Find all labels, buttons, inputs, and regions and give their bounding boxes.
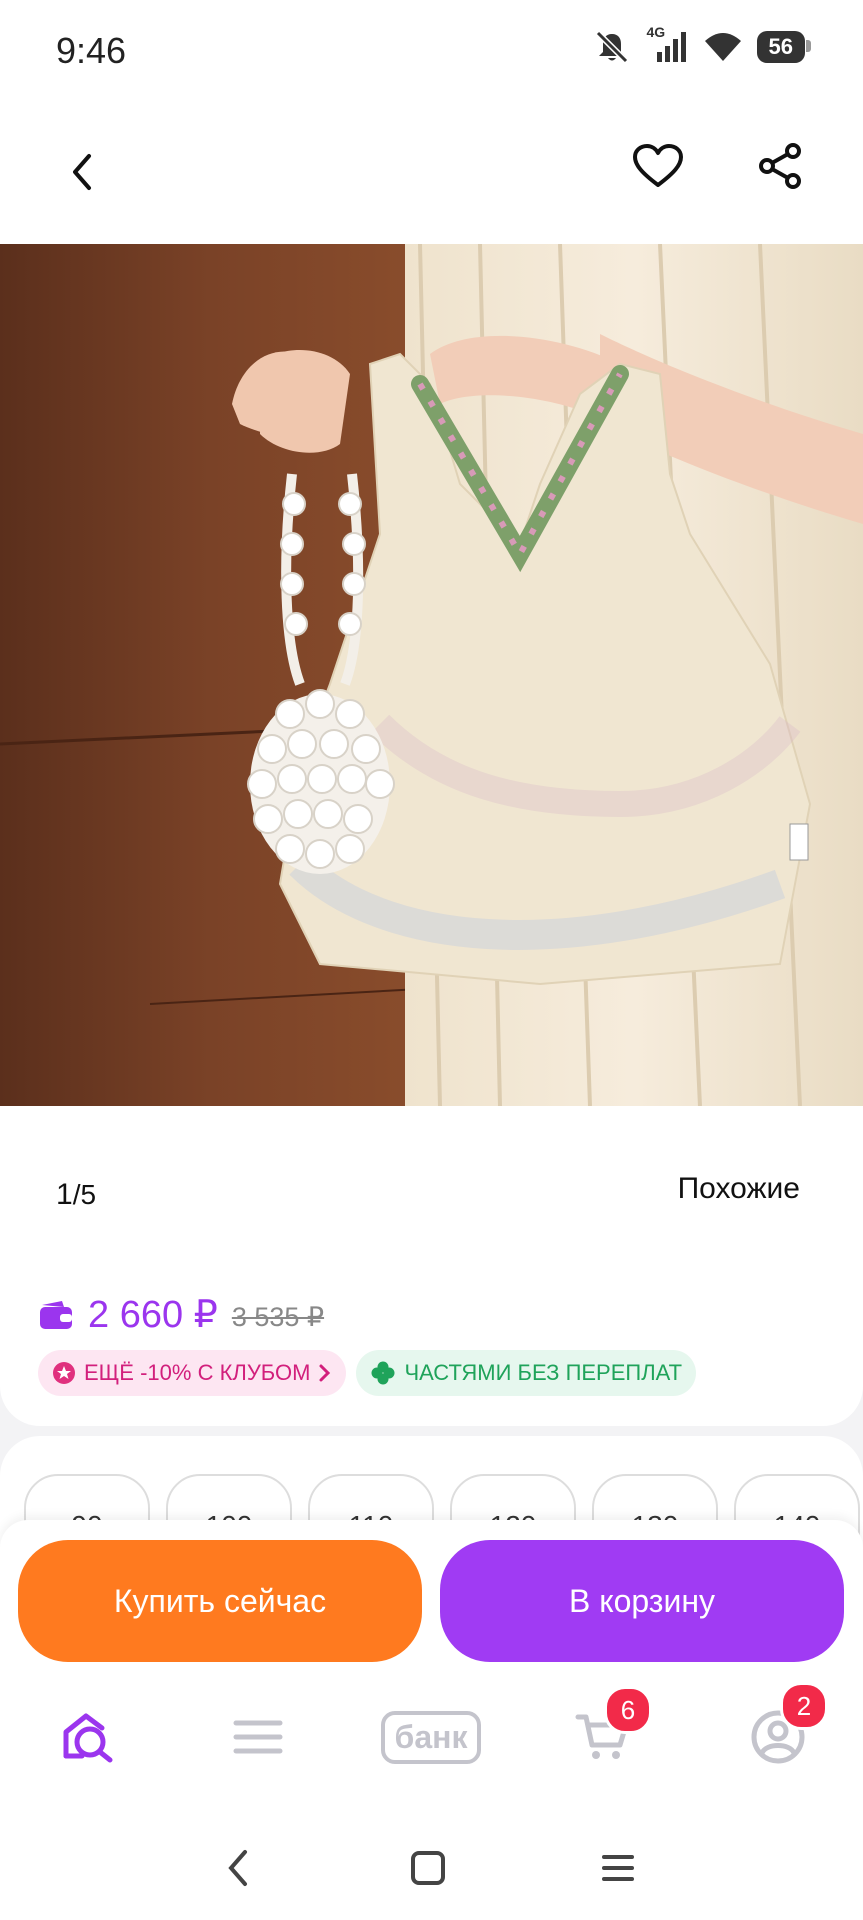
battery-indicator: 56 bbox=[756, 31, 812, 63]
similar-link[interactable]: Похожие bbox=[678, 1172, 800, 1206]
installments-badge[interactable]: ЧАСТЯМИ БЕЗ ПЕРЕПЛАТ bbox=[356, 1350, 697, 1396]
price-row: 2 660 ₽ 3 535 ₽ bbox=[38, 1292, 324, 1337]
bank-label: банк bbox=[394, 1718, 468, 1755]
nav-bank[interactable]: банк bbox=[370, 1702, 492, 1772]
current-price: 2 660 ₽ bbox=[88, 1294, 218, 1336]
old-price: 3 535 ₽ bbox=[231, 1302, 325, 1332]
bottom-navigation: банк 6 2 bbox=[0, 1672, 863, 1804]
wallet-icon bbox=[40, 1300, 72, 1329]
clover-icon bbox=[371, 1361, 395, 1385]
buy-now-button[interactable]: Купить сейчас bbox=[18, 1540, 422, 1662]
home-square-icon bbox=[411, 1851, 445, 1885]
image-counter: 1/5 bbox=[56, 1178, 96, 1212]
nav-catalog[interactable] bbox=[218, 1702, 298, 1772]
status-time: 9:46 bbox=[56, 30, 127, 71]
wifi-icon bbox=[704, 33, 741, 61]
menu-icon bbox=[233, 1720, 283, 1754]
share-button[interactable] bbox=[748, 134, 812, 198]
chevron-right-icon bbox=[319, 1364, 331, 1382]
installments-label: ЧАСТЯМИ БЕЗ ПЕРЕПЛАТ bbox=[404, 1360, 683, 1385]
back-button[interactable] bbox=[50, 140, 114, 204]
star-badge-icon bbox=[53, 1362, 75, 1384]
club-discount-badge[interactable]: ЕЩЁ -10% С КЛУБОМ bbox=[38, 1350, 347, 1396]
nav-cart[interactable]: 6 bbox=[562, 1686, 652, 1772]
recents-icon bbox=[602, 1855, 634, 1881]
profile-count-badge: 2 bbox=[780, 1682, 828, 1730]
heart-icon bbox=[633, 144, 683, 187]
add-to-cart-button[interactable]: В корзину bbox=[440, 1540, 844, 1662]
mute-icon bbox=[595, 30, 628, 64]
image-counter-total: 5 bbox=[80, 1179, 97, 1210]
product-info-card: 1/5 Похожие 2 660 ₽ 3 535 ₽ ЕЩЁ -10% С К… bbox=[0, 1106, 863, 1426]
signal-icon: 4G bbox=[645, 24, 689, 64]
nav-home[interactable] bbox=[48, 1702, 128, 1772]
back-triangle-icon bbox=[228, 1850, 247, 1886]
system-recents-button[interactable] bbox=[588, 1838, 648, 1898]
favorite-button[interactable] bbox=[626, 134, 690, 198]
share-icon bbox=[759, 143, 801, 189]
system-navigation bbox=[0, 1804, 863, 1920]
purchase-actions: Купить сейчас В корзину bbox=[0, 1520, 863, 1672]
product-photo[interactable] bbox=[0, 244, 863, 1106]
product-image bbox=[0, 244, 863, 1106]
home-search-icon bbox=[63, 1713, 113, 1763]
image-counter-current: 1 bbox=[56, 1178, 73, 1211]
status-bar: 9:46 4G 56 bbox=[0, 0, 863, 100]
system-back-button[interactable] bbox=[208, 1838, 268, 1898]
nav-profile[interactable]: 2 bbox=[738, 1682, 828, 1772]
club-discount-label: ЕЩЁ -10% С КЛУБОМ bbox=[84, 1360, 311, 1385]
chevron-left-icon bbox=[73, 154, 91, 190]
cart-count-badge: 6 bbox=[604, 1686, 652, 1734]
status-icons: 4G 56 bbox=[593, 24, 812, 64]
bank-icon: банк bbox=[380, 1710, 482, 1764]
promo-badges: ЕЩЁ -10% С КЛУБОМ ЧАСТЯМИ БЕЗ ПЕРЕПЛАТ bbox=[38, 1350, 697, 1396]
product-topbar bbox=[0, 100, 863, 244]
system-home-button[interactable] bbox=[398, 1838, 458, 1898]
